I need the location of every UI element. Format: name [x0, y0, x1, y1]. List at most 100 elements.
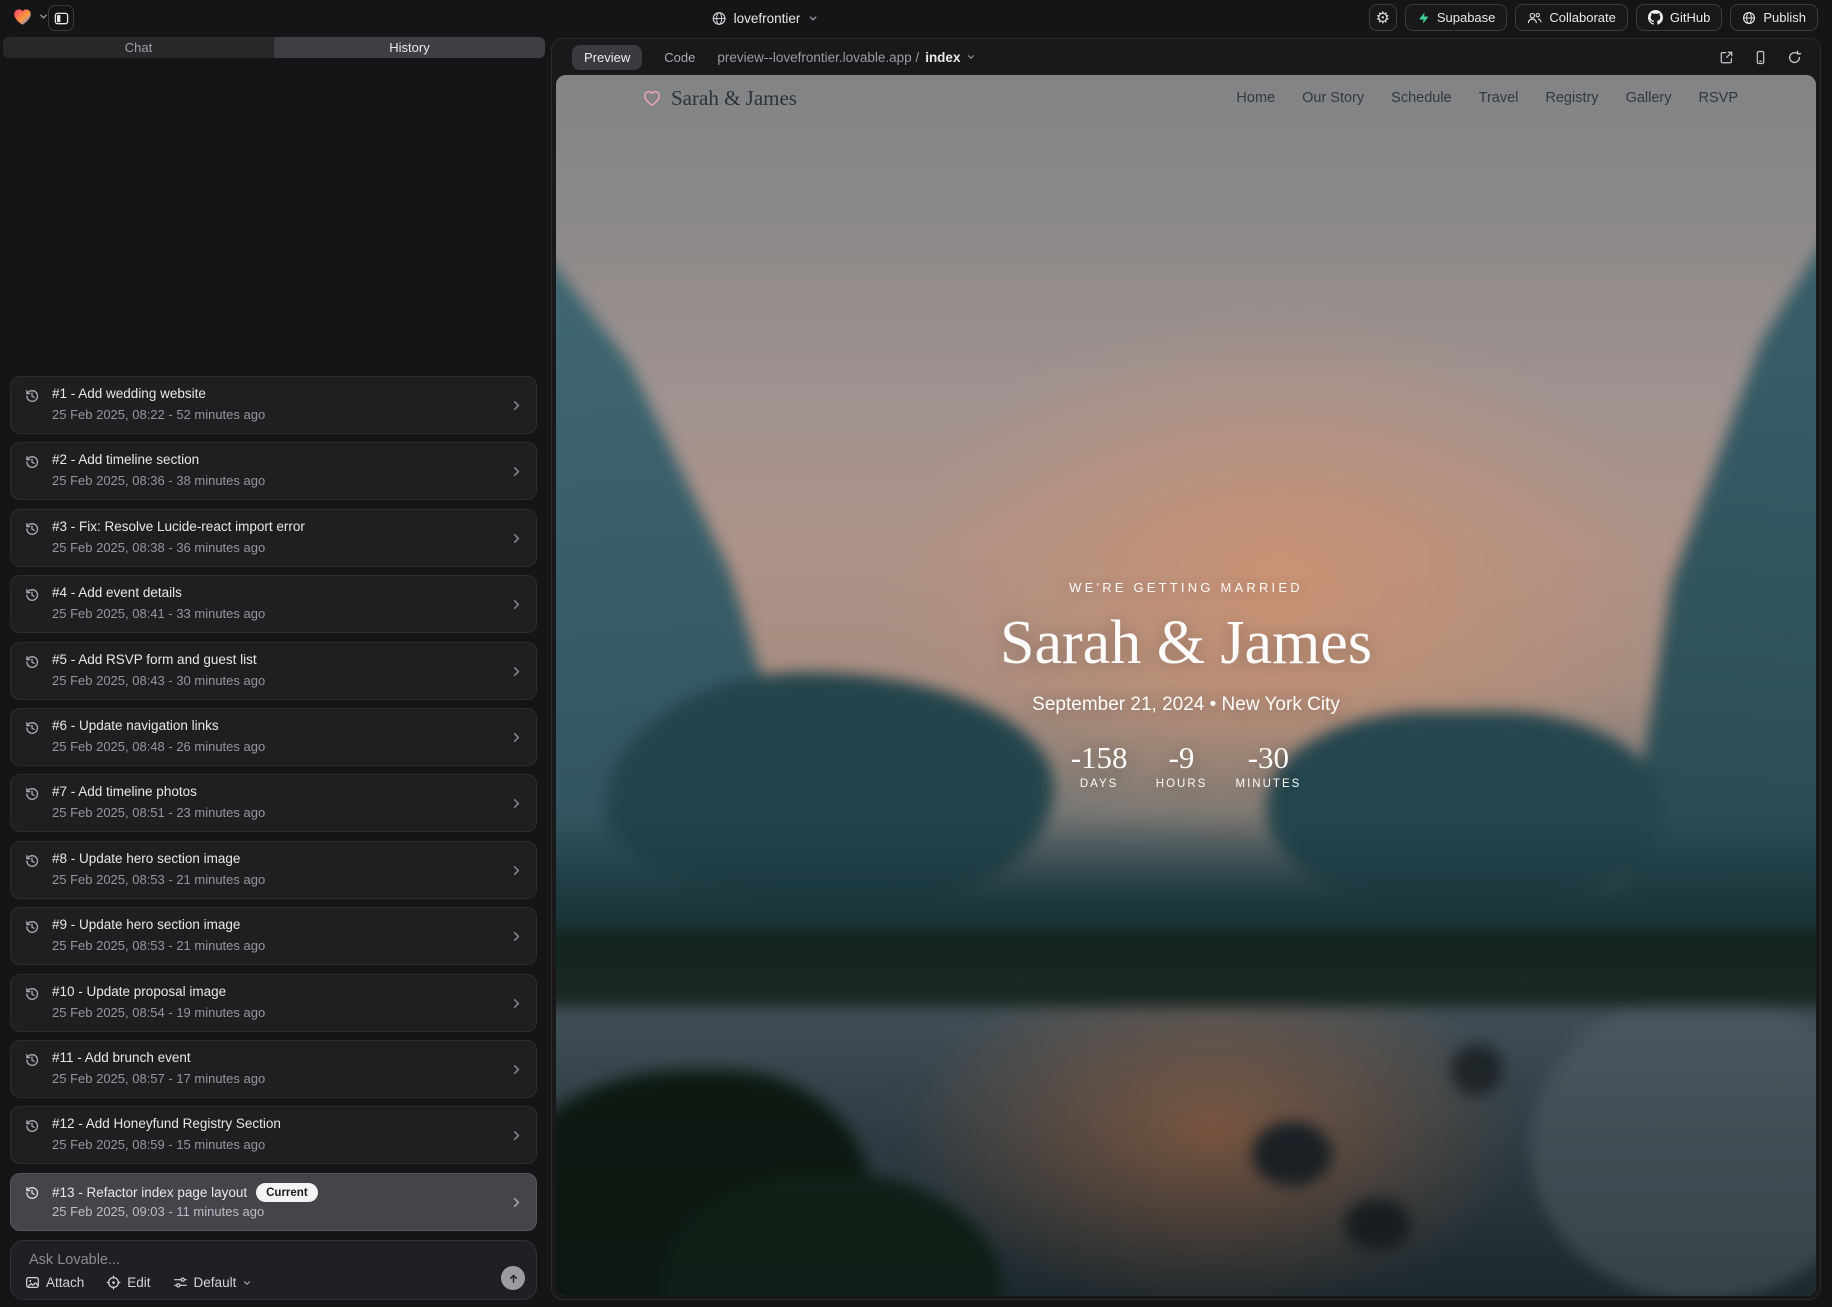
- tab-history-label: History: [389, 40, 429, 55]
- history-item-4[interactable]: #4 - Add event details 25 Feb 2025, 08:4…: [10, 575, 537, 633]
- mode-selector[interactable]: Default: [173, 1275, 253, 1290]
- open-external-button[interactable]: [1719, 50, 1734, 65]
- preview-toolbar: Preview Code preview--lovefrontier.lovab…: [552, 39, 1820, 75]
- tab-history[interactable]: History: [274, 37, 545, 58]
- history-item-8[interactable]: #8 - Update hero section image 25 Feb 20…: [10, 841, 537, 899]
- chevron-right-icon: [509, 464, 524, 479]
- countdown-days: -158 DAYS: [1071, 741, 1128, 790]
- tab-preview-label: Preview: [584, 50, 630, 65]
- history-item-11[interactable]: #11 - Add brunch event 25 Feb 2025, 08:5…: [10, 1040, 537, 1098]
- nav-home[interactable]: Home: [1236, 90, 1275, 106]
- github-button[interactable]: GitHub: [1636, 4, 1722, 31]
- chevron-right-icon: [509, 597, 524, 612]
- supabase-bolt-icon: [1417, 11, 1430, 25]
- chevron-right-icon: [509, 1062, 524, 1077]
- preview-panel: Preview Code preview--lovefrontier.lovab…: [551, 38, 1821, 1300]
- hero-title: Sarah & James: [556, 608, 1816, 679]
- github-icon: [1648, 10, 1663, 25]
- tab-preview[interactable]: Preview: [572, 45, 642, 70]
- globe-icon: [712, 11, 727, 26]
- history-item-13-current[interactable]: #13 - Refactor index page layout Current…: [10, 1173, 537, 1231]
- target-icon: [106, 1275, 121, 1290]
- history-item-title: #1 - Add wedding website: [52, 386, 206, 401]
- nav-registry[interactable]: Registry: [1545, 90, 1598, 106]
- tab-code[interactable]: Code: [664, 50, 695, 65]
- history-item-meta: 25 Feb 2025, 08:59 - 15 minutes ago: [52, 1137, 265, 1152]
- history-clock-icon: [24, 786, 40, 802]
- lovable-logo-menu[interactable]: [12, 7, 49, 26]
- edit-button[interactable]: Edit: [106, 1275, 150, 1290]
- history-item-meta: 25 Feb 2025, 08:51 - 23 minutes ago: [52, 805, 265, 820]
- history-item-meta: 25 Feb 2025, 08:48 - 26 minutes ago: [52, 739, 265, 754]
- github-label: GitHub: [1670, 10, 1710, 25]
- nav-schedule[interactable]: Schedule: [1391, 90, 1451, 106]
- history-clock-icon: [24, 454, 40, 470]
- users-icon: [1527, 11, 1542, 25]
- history-item-meta: 25 Feb 2025, 08:57 - 17 minutes ago: [52, 1071, 265, 1086]
- mode-label: Default: [194, 1275, 237, 1290]
- history-item-meta: 25 Feb 2025, 09:03 - 11 minutes ago: [52, 1204, 264, 1219]
- globe-icon: [1742, 11, 1756, 25]
- preview-url-selector[interactable]: preview--lovefrontier.lovable.app / inde…: [717, 50, 976, 65]
- history-item-10[interactable]: #10 - Update proposal image 25 Feb 2025,…: [10, 974, 537, 1032]
- publish-button[interactable]: Publish: [1730, 4, 1818, 31]
- app-window: lovefrontier ⚙ Supabase: [0, 0, 1832, 1307]
- history-item-2[interactable]: #2 - Add timeline section 25 Feb 2025, 0…: [10, 442, 537, 500]
- chevron-right-icon: [509, 398, 524, 413]
- toggle-sidebar-button[interactable]: [48, 5, 74, 31]
- history-item-title-text: #13 - Refactor index page layout: [52, 1185, 247, 1200]
- gear-icon: ⚙: [1376, 10, 1390, 26]
- mobile-view-button[interactable]: [1753, 50, 1768, 65]
- history-clock-icon: [24, 1052, 40, 1068]
- history-item-meta: 25 Feb 2025, 08:36 - 38 minutes ago: [52, 473, 265, 488]
- chevron-down-icon: [966, 52, 976, 62]
- history-item-meta: 25 Feb 2025, 08:22 - 52 minutes ago: [52, 407, 265, 422]
- history-item-5[interactable]: #5 - Add RSVP form and guest list 25 Feb…: [10, 642, 537, 700]
- site-brand[interactable]: Sarah & James: [642, 86, 797, 111]
- chevron-down-icon: [242, 1278, 252, 1288]
- collaborate-label: Collaborate: [1549, 10, 1616, 25]
- nav-gallery[interactable]: Gallery: [1626, 90, 1672, 106]
- project-name: lovefrontier: [734, 11, 801, 26]
- top-bar: lovefrontier ⚙ Supabase: [0, 0, 1832, 36]
- sidebar-tabs: Chat History: [3, 37, 545, 58]
- history-item-9[interactable]: #9 - Update hero section image 25 Feb 20…: [10, 907, 537, 965]
- history-item-title: #11 - Add brunch event: [52, 1050, 191, 1065]
- site-brand-label: Sarah & James: [671, 86, 797, 111]
- hero-section: WE'RE GETTING MARRIED Sarah & James Sept…: [556, 580, 1816, 790]
- image-plus-icon: [25, 1275, 40, 1290]
- countdown-minutes-label: MINUTES: [1236, 778, 1302, 790]
- history-clock-icon: [24, 1118, 40, 1134]
- settings-button[interactable]: ⚙: [1369, 4, 1397, 31]
- preview-url-page: index: [925, 50, 960, 65]
- countdown-hours: -9 HOURS: [1154, 741, 1210, 790]
- history-item-meta: 25 Feb 2025, 08:53 - 21 minutes ago: [52, 938, 265, 953]
- lovable-heart-logo-icon: [12, 7, 33, 26]
- supabase-button[interactable]: Supabase: [1405, 4, 1508, 31]
- site-viewport: Sarah & James Home Our Story Schedule Tr…: [556, 75, 1816, 1296]
- history-item-12[interactable]: #12 - Add Honeyfund Registry Section 25 …: [10, 1106, 537, 1164]
- preview-url-host: preview--lovefrontier.lovable.app /: [717, 50, 919, 65]
- tab-chat[interactable]: Chat: [3, 37, 274, 58]
- countdown-minutes-value: -30: [1236, 741, 1302, 775]
- history-item-3[interactable]: #3 - Fix: Resolve Lucide-react import er…: [10, 509, 537, 567]
- history-item-7[interactable]: #7 - Add timeline photos 25 Feb 2025, 08…: [10, 774, 537, 832]
- attach-button[interactable]: Attach: [25, 1275, 84, 1290]
- project-selector[interactable]: lovefrontier: [712, 0, 819, 36]
- history-clock-icon: [24, 853, 40, 869]
- history-item-6[interactable]: #6 - Update navigation links 25 Feb 2025…: [10, 708, 537, 766]
- nav-rsvp[interactable]: RSVP: [1699, 90, 1739, 106]
- history-item-meta: 25 Feb 2025, 08:54 - 19 minutes ago: [52, 1005, 265, 1020]
- collaborate-button[interactable]: Collaborate: [1515, 4, 1628, 31]
- nav-our-story[interactable]: Our Story: [1302, 90, 1364, 106]
- chat-composer: Attach Edit: [10, 1240, 537, 1300]
- refresh-button[interactable]: [1787, 50, 1802, 65]
- arrow-up-icon: [507, 1272, 520, 1285]
- send-button[interactable]: [501, 1266, 525, 1290]
- nav-travel[interactable]: Travel: [1479, 90, 1519, 106]
- history-item-title: #10 - Update proposal image: [52, 984, 226, 999]
- history-clock-icon: [24, 919, 40, 935]
- history-item-1[interactable]: #1 - Add wedding website 25 Feb 2025, 08…: [10, 376, 537, 434]
- ask-lovable-input[interactable]: [27, 1251, 461, 1269]
- chevron-right-icon: [509, 996, 524, 1011]
